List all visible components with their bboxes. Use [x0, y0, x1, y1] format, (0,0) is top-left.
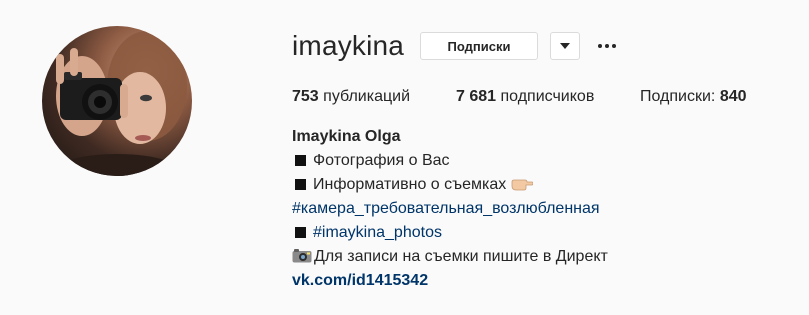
stat-posts: 753 публикаций	[292, 86, 410, 108]
bio-line: Для записи на съемки пишите в Директ	[292, 245, 752, 269]
bio-line: Информативно о съемках	[292, 173, 752, 197]
bio-text: Для записи на съемки пишите в Директ	[314, 248, 608, 265]
more-horizontal-icon	[612, 44, 616, 48]
bio-line: Фотография о Вас	[292, 149, 752, 173]
website-link[interactable]: vk.com/id1415342	[292, 272, 428, 289]
stat-followers[interactable]: 7 681 подписчиков	[456, 86, 594, 108]
following-label: Подписки:	[640, 88, 716, 105]
more-horizontal-icon	[605, 44, 609, 48]
followers-count: 7 681	[456, 88, 497, 105]
username: imaykina	[292, 30, 405, 61]
pointing-hand-icon	[511, 175, 534, 199]
full-name: Imaykina Olga	[292, 128, 401, 145]
hashtag-link[interactable]: #камера_требовательная_возлюбленная	[292, 200, 600, 217]
camera-flash-icon	[292, 247, 312, 271]
profile-header: imaykina Подписки 753 публикаций 7 681 п…	[0, 0, 809, 315]
black-square-icon	[295, 155, 306, 166]
bio-text: Информативно о съемках	[313, 176, 507, 193]
following-count: 840	[719, 88, 747, 105]
bio-line: #imaykina_photos	[292, 221, 752, 245]
suggestions-dropdown-button[interactable]	[550, 32, 580, 60]
black-square-icon	[295, 227, 306, 238]
black-square-icon	[295, 179, 306, 190]
bio-line: vk.com/id1415342	[292, 269, 752, 293]
stat-following[interactable]: Подписки: 840	[640, 86, 747, 108]
posts-label: публикаций	[323, 88, 411, 105]
followers-label: подписчиков	[500, 88, 595, 105]
chevron-down-icon	[560, 43, 570, 49]
posts-count: 753	[292, 88, 319, 105]
following-button[interactable]: Подписки	[420, 32, 538, 60]
bio-text: Фотография о Вас	[313, 152, 450, 169]
avatar-photo	[47, 31, 187, 176]
profile-stats: 753 публикаций 7 681 подписчиков Подписк…	[292, 86, 772, 108]
avatar[interactable]	[42, 26, 192, 176]
bio-line: #камера_требовательная_возлюбленная	[292, 197, 752, 221]
profile-bio: Imaykina Olga Фотография о Вас Информати…	[292, 125, 752, 293]
more-options-button[interactable]	[594, 32, 620, 60]
hashtag-link[interactable]: #imaykina_photos	[313, 224, 442, 241]
more-horizontal-icon	[598, 44, 602, 48]
